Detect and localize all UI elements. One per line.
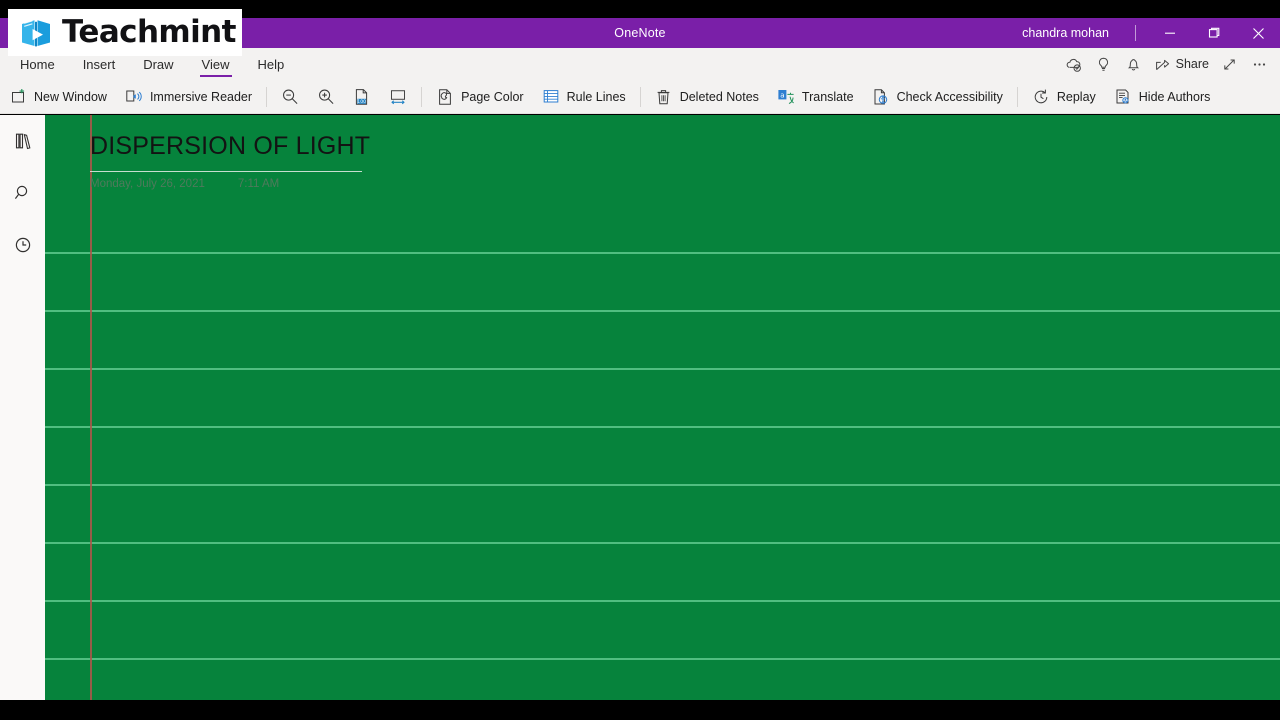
page-zoom-100-icon: 100 [353, 88, 371, 106]
rule-lines-button[interactable]: Rule Lines [533, 80, 635, 114]
page-color-label: Page Color [461, 89, 524, 104]
new-window-label: New Window [34, 89, 107, 104]
teachmint-wordmark: Teachmint [62, 14, 236, 50]
bell-icon[interactable] [1119, 48, 1149, 80]
note-meta-row: Monday, July 26, 2021 7:11 AM [90, 178, 370, 190]
deleted-notes-label: Deleted Notes [679, 89, 759, 104]
cloud-sync-icon[interactable] [1059, 48, 1089, 80]
hide-authors-button[interactable]: Hide Authors [1105, 80, 1220, 114]
check-accessibility-button[interactable]: Check Accessibility [863, 80, 1012, 114]
rule-lines-label: Rule Lines [566, 89, 626, 104]
ribbon-quick-actions: Share [1059, 48, 1274, 80]
rule-line [45, 542, 1280, 544]
title-underline [90, 170, 362, 172]
sidebar-item-notebooks[interactable] [7, 125, 39, 157]
rule-lines-layer [45, 115, 1280, 700]
rule-line [45, 310, 1280, 312]
new-window-icon [9, 88, 27, 106]
svg-text:100: 100 [357, 98, 366, 104]
deleted-notes-icon [655, 88, 673, 106]
ribbon-separator [266, 86, 268, 107]
rule-line [45, 368, 1280, 370]
translate-button[interactable]: a Translate [768, 80, 863, 114]
share-label: Share [1175, 57, 1209, 71]
rule-line [45, 426, 1280, 428]
zoom-out-icon [281, 88, 299, 106]
rule-line [45, 484, 1280, 486]
minimize-button[interactable] [1148, 18, 1192, 48]
zoom-in-button[interactable] [308, 80, 344, 114]
account-name[interactable]: chandra mohan [1008, 26, 1123, 40]
immersive-reader-icon [125, 88, 143, 106]
left-navigation-rail [0, 115, 45, 700]
deleted-notes-button[interactable]: Deleted Notes [646, 80, 768, 114]
title-bar-divider [1135, 25, 1136, 41]
replay-icon [1032, 88, 1050, 106]
immersive-reader-button[interactable]: Immersive Reader [116, 80, 261, 114]
rule-lines-icon [542, 88, 560, 106]
tab-help[interactable]: Help [244, 48, 299, 80]
page-title[interactable]: DISPERSION OF LIGHT [90, 132, 370, 161]
replay-label: Replay [1056, 89, 1096, 104]
translate-label: Translate [801, 89, 854, 104]
immersive-reader-label: Immersive Reader [149, 89, 253, 104]
page-width-button[interactable] [380, 80, 416, 114]
zoom-in-icon [317, 88, 335, 106]
ribbon-command-bar: New Window Immersive Reader 100 Page Col… [0, 80, 1280, 114]
note-date[interactable]: Monday, July 26, 2021 [90, 178, 205, 190]
check-accessibility-icon [872, 88, 890, 106]
expand-arrow-icon[interactable] [1214, 48, 1244, 80]
note-page-canvas[interactable]: DISPERSION OF LIGHT Monday, July 26, 202… [45, 115, 1280, 700]
screen-letterbox-bottom [0, 700, 1280, 720]
ribbon-separator [639, 86, 641, 107]
teachmint-logo-overlay: Teachmint [8, 9, 242, 56]
note-title-block[interactable]: DISPERSION OF LIGHT Monday, July 26, 202… [90, 132, 370, 190]
page-width-icon [389, 88, 407, 106]
rule-line [45, 600, 1280, 602]
page-zoom-100-button[interactable]: 100 [344, 80, 380, 114]
rule-line [45, 658, 1280, 660]
rule-line [45, 252, 1280, 254]
app-window: OneNote chandra mohan Teachmint Home Ins… [0, 0, 1280, 720]
sidebar-item-recent-notes[interactable] [7, 229, 39, 261]
sidebar-item-search[interactable] [7, 177, 39, 209]
check-accessibility-label: Check Accessibility [896, 89, 1003, 104]
restore-button[interactable] [1192, 18, 1236, 48]
close-button[interactable] [1236, 18, 1280, 48]
teachmint-book-play-icon [18, 15, 54, 51]
page-color-icon [436, 88, 454, 106]
lightbulb-icon[interactable] [1089, 48, 1119, 80]
note-time[interactable]: 7:11 AM [238, 178, 279, 190]
hide-authors-label: Hide Authors [1138, 89, 1211, 104]
replay-button[interactable]: Replay [1023, 80, 1105, 114]
ribbon-separator [1016, 86, 1018, 107]
ribbon-separator [421, 86, 423, 107]
hide-authors-icon [1114, 88, 1132, 106]
ellipsis-icon[interactable] [1244, 48, 1274, 80]
title-bar-right: chandra mohan [1008, 18, 1280, 48]
translate-icon: a [777, 88, 795, 106]
share-button[interactable]: Share [1149, 48, 1214, 80]
new-window-button[interactable]: New Window [0, 80, 116, 114]
margin-line [90, 115, 92, 700]
svg-text:a: a [780, 92, 784, 100]
page-color-button[interactable]: Page Color [427, 80, 533, 114]
zoom-out-button[interactable] [272, 80, 308, 114]
